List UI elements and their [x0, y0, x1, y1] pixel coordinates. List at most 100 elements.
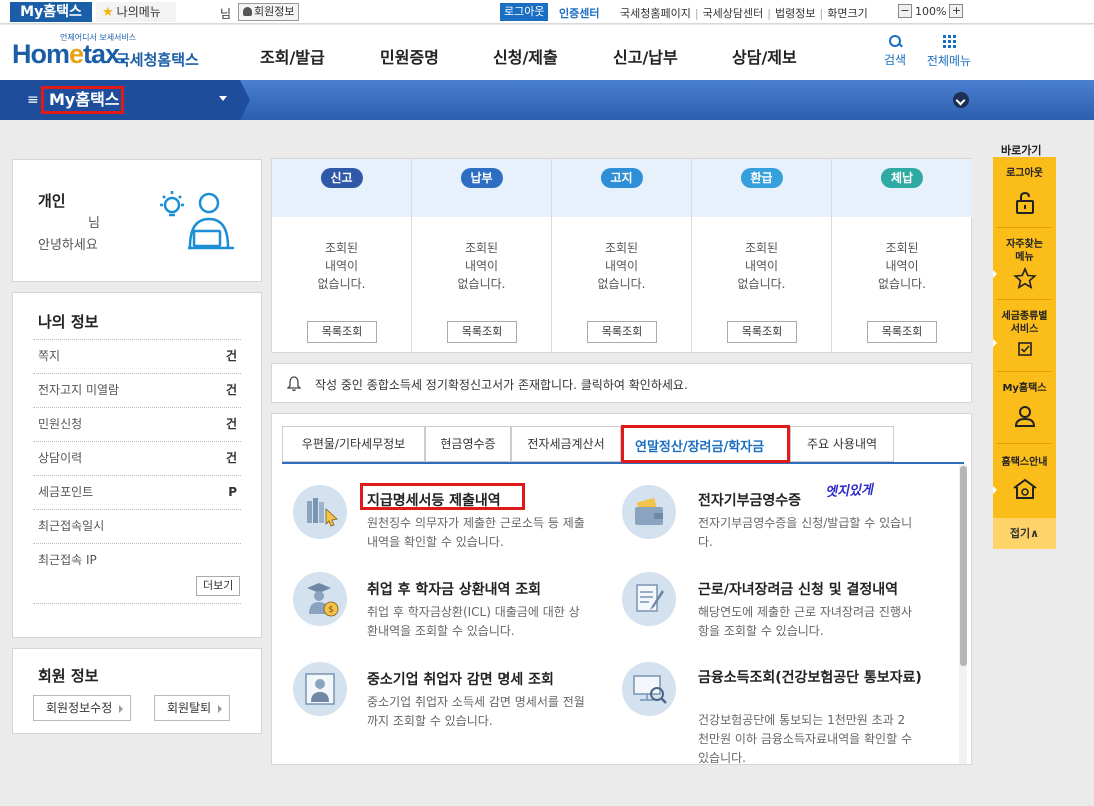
logout-button[interactable]: 로그아웃 [500, 3, 549, 21]
member-info-title: 회원 정보 [38, 667, 99, 685]
list-view-button[interactable]: 목록조회 [727, 321, 797, 343]
lock-icon [1015, 191, 1034, 214]
service-desc: 해당연도에 제출한 근로 자녀장려금 진행사항을 조회할 수 있습니다. [698, 605, 912, 638]
top-links: 국세청홈페이지 | 국세상담센터 | 법령정보 | 화면크기 [620, 7, 868, 20]
list-view-button[interactable]: 목록조회 [587, 321, 657, 343]
info-row-last-login: 최근접속일시 [33, 509, 241, 543]
all-menu-button[interactable]: 전체메뉴 [922, 35, 976, 69]
house-info-icon [1012, 478, 1037, 499]
status-col-report: 신고 조회된 내역이 없습니다. 목록조회 [272, 159, 412, 352]
service-title[interactable]: 금융소득조회(건강보험공단 통보자료) [698, 669, 928, 688]
service-desc: 중소기업 취업자 소득세 감면 명세서를 전월까지 조회할 수 있습니다. [367, 695, 585, 728]
all-menu-label: 전체메뉴 [926, 54, 972, 68]
cert-center-link[interactable]: 인증센터 [559, 5, 599, 21]
service-title[interactable]: 중소기업 취업자 감면 명세 조회 [367, 669, 554, 689]
my-info-panel: 나의 정보 쪽지 건 전자고지 미열람 건 민원신청 건 상담이력 건 세금포인트 P 최… [12, 292, 262, 638]
status-badge: 고지 [600, 168, 643, 188]
my-info-title: 나의 정보 [38, 313, 99, 331]
more-button[interactable]: 더보기 [196, 576, 241, 596]
chevron-down-icon[interactable] [953, 92, 969, 108]
my-menu-button[interactable]: ★ 나의메뉴 [96, 2, 176, 22]
arrow-left-icon [993, 270, 997, 278]
tax-consult-link[interactable]: 국세상담센터 [703, 7, 764, 20]
quick-tax-type-service[interactable]: 세금종류별 서비스 [993, 310, 1056, 357]
top-utility-bar: My홈택스 ★ 나의메뉴 님 회원정보 로그아웃 인증센터 국세청홈페이지 | 국세상… [0, 0, 1094, 24]
location-title: My홈택스 [41, 86, 124, 114]
gnb-application[interactable]: 신청/제출 [493, 44, 558, 68]
withdraw-button[interactable]: 회원탈퇴 [154, 695, 231, 721]
status-empty-msg: 조회된 내역이 없습니다. [737, 241, 786, 291]
search-label: 검색 [883, 53, 907, 67]
status-badge: 환급 [740, 168, 783, 188]
service-title[interactable]: 취업 후 학자금 상환내역 조회 [367, 579, 541, 599]
quick-my-hometax[interactable]: My홈택스 [993, 382, 1056, 428]
hamburger-icon[interactable]: ≡ [27, 92, 39, 108]
list-view-button[interactable]: 목록조회 [307, 321, 377, 343]
quick-hometax-guide[interactable]: 홈택스안내 [993, 456, 1056, 501]
service-desc: 취업 후 학자금상환(ICL) 대출금에 대한 상환내역을 조회할 수 있습니다… [367, 605, 580, 638]
zoom-in-button[interactable]: + [949, 4, 964, 18]
user-icon [1014, 406, 1035, 427]
gnb-civil-cert[interactable]: 민원증명 [380, 44, 439, 68]
list-view-button[interactable]: 목록조회 [447, 321, 517, 343]
status-empty-msg: 조회된 내역이 없습니다. [457, 241, 506, 291]
member-info-panel: 회원 정보 회원정보수정 회원탈퇴 [12, 648, 262, 734]
service-title[interactable]: 전자기부금영수증 [698, 490, 801, 510]
info-row-civil[interactable]: 민원신청 건 [33, 407, 241, 441]
notice-bar[interactable]: 작성 중인 종합소득세 정기확정신고서가 존재합니다. 클릭하여 확인하세요. [271, 363, 972, 403]
screen-size-label: 화면크기 [827, 7, 868, 20]
caret-down-icon[interactable] [219, 96, 227, 101]
tab-cash-receipt[interactable]: 현금영수증 [425, 426, 511, 462]
status-col-arrears: 체납 조회된 내역이 없습니다. 목록조회 [832, 159, 972, 352]
tab-usage-history[interactable]: 주요 사용내역 [790, 426, 894, 462]
scrollbar-thumb[interactable] [960, 466, 967, 666]
law-info-link[interactable]: 법령정보 [775, 7, 815, 20]
location-arrow [240, 80, 250, 120]
user-type-title: 개인 [38, 192, 66, 210]
logo-wordmark: Hometax. [12, 39, 127, 69]
gnb-report-pay[interactable]: 신고/납부 [613, 44, 678, 68]
red-annotation-box [621, 425, 790, 463]
my-hometax-tab[interactable]: My홈택스 [10, 2, 92, 22]
info-row-message[interactable]: 쪽지 건 [33, 339, 241, 373]
divider [33, 603, 241, 604]
quick-fold-button[interactable]: 접기∧ [993, 518, 1056, 549]
document-pen-icon [622, 572, 676, 626]
gnb-inquiry[interactable]: 조회/발급 [260, 44, 325, 68]
status-badge: 체납 [880, 168, 924, 188]
greeting-text: 안녕하세요 [38, 238, 98, 253]
info-row-last-ip: 최근접속 IP [33, 543, 241, 577]
info-row-e-notice[interactable]: 전자고지 미열람 건 [33, 373, 241, 407]
quick-favorites[interactable]: 자주찾는 메뉴 [993, 238, 1056, 289]
service-tabs-panel: 우편물/기타세무정보 현금영수증 전자세금계산서 연말정산/장려금/학자금 주요… [271, 413, 972, 765]
zoom-control: −100% + [898, 4, 964, 18]
zoom-out-button[interactable]: − [898, 4, 912, 18]
red-annotation-box [360, 483, 525, 510]
quick-logout[interactable]: 로그아웃 [993, 167, 1056, 216]
bell-icon [287, 376, 301, 392]
info-row-tax-point[interactable]: 세금포인트 P [33, 475, 241, 509]
status-col-refund: 환급 조회된 내역이 없습니다. 목록조회 [692, 159, 832, 352]
info-row-consult[interactable]: 상담이력 건 [33, 441, 241, 475]
tab-e-tax-invoice[interactable]: 전자세금계산서 [511, 426, 621, 462]
search-icon [888, 35, 902, 48]
grid-icon [942, 35, 956, 48]
service-title[interactable]: 근로/자녀장려금 신청 및 결정내역 [698, 579, 898, 599]
tab-mail-etc[interactable]: 우편물/기타세무정보 [282, 426, 425, 462]
member-info-button[interactable]: 회원정보 [238, 3, 300, 21]
monitor-search-icon [622, 662, 676, 716]
search-button[interactable]: 검색 [880, 35, 910, 68]
status-col-payment: 납부 조회된 내역이 없습니다. 목록조회 [412, 159, 552, 352]
edit-member-button[interactable]: 회원정보수정 [33, 695, 132, 721]
status-empty-msg: 조회된 내역이 없습니다. [317, 241, 366, 291]
logo-korean-name: 국세청홈택스 [116, 51, 199, 69]
status-col-notice: 고지 조회된 내역이 없습니다. 목록조회 [552, 159, 692, 352]
star-outline-icon [1012, 267, 1037, 289]
nts-homepage-link[interactable]: 국세청홈페이지 [620, 7, 691, 20]
quick-links-bar: 로그아웃 자주찾는 메뉴 세금종류별 서비스 My홈택스 홈택스안내 접기∧ [993, 157, 1056, 549]
notice-text[interactable]: 작성 중인 종합소득세 정기확정신고서가 존재합니다. 클릭하여 확인하세요. [315, 376, 688, 393]
graduate-icon: $ [293, 572, 347, 626]
list-view-button[interactable]: 목록조회 [867, 321, 937, 343]
gnb-consult[interactable]: 상담/제보 [732, 44, 797, 68]
divider [997, 443, 1052, 444]
